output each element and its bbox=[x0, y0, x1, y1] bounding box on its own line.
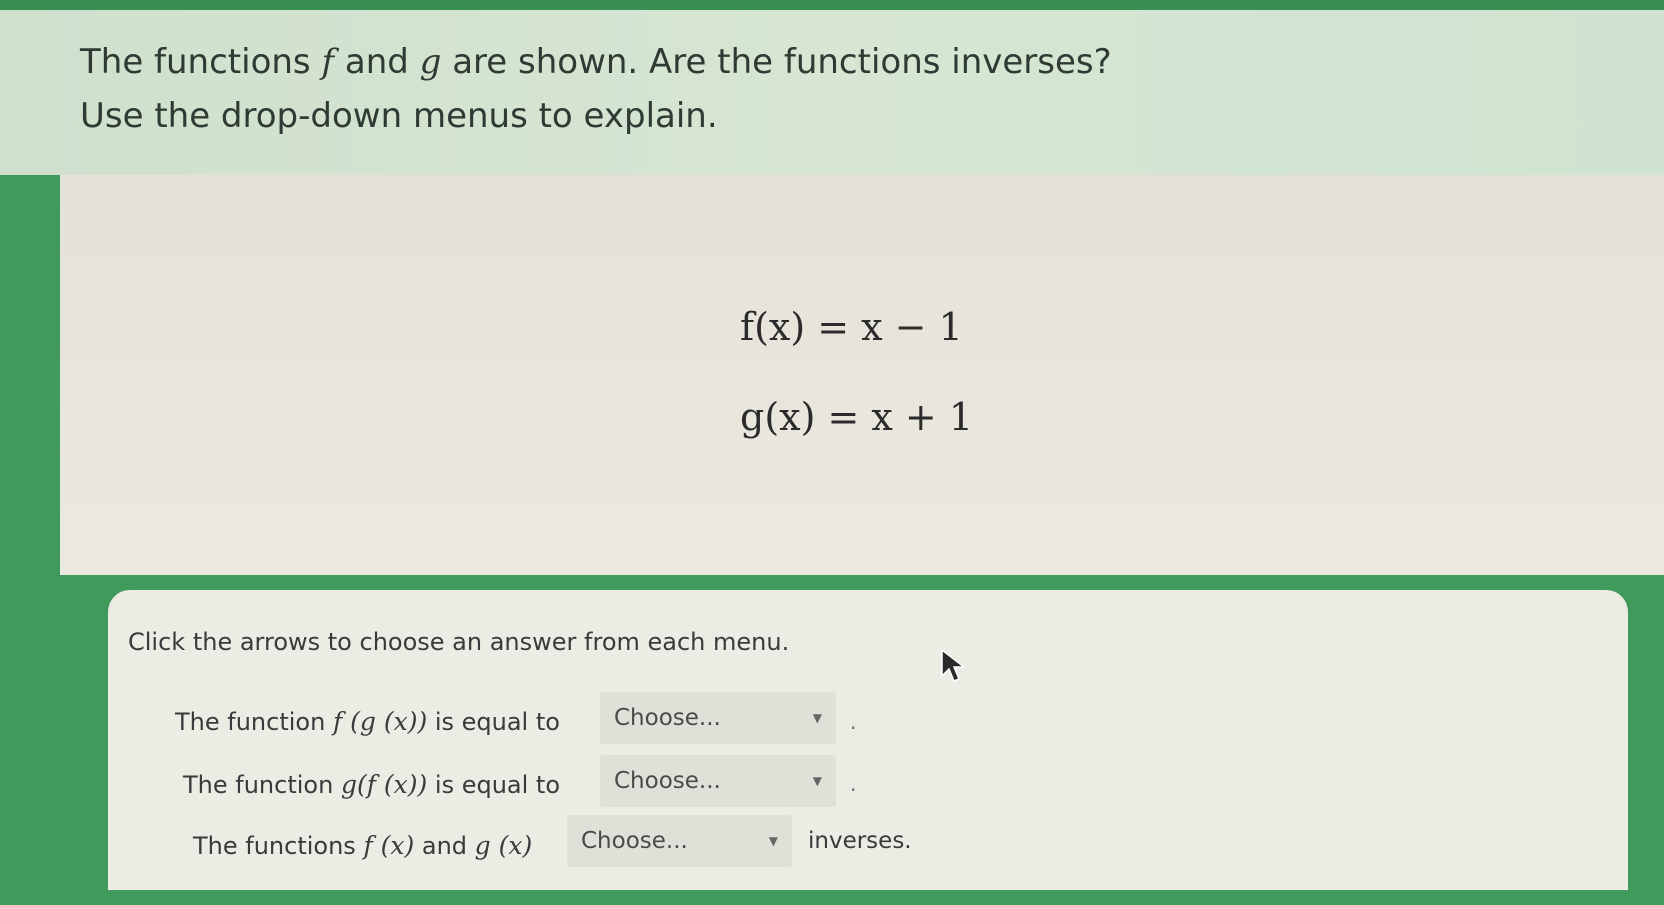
row-1-suffix: is equal to bbox=[427, 708, 560, 736]
row-2-text: The function g(f (x)) is equal to bbox=[183, 770, 560, 799]
function-f-symbol: f bbox=[321, 42, 335, 82]
gf-dropdown-value: Choose... bbox=[614, 768, 721, 794]
fg-dropdown[interactable]: Choose... ▼ bbox=[600, 692, 836, 744]
row-1-expr: f (g (x)) bbox=[332, 707, 428, 736]
row-3-expr-g: g (x) bbox=[474, 831, 533, 860]
row-3-prefix: The functions bbox=[193, 832, 364, 860]
caret-down-icon[interactable]: ▼ bbox=[769, 834, 778, 848]
question-text-middle: and bbox=[334, 42, 420, 82]
row-1-text: The function f (g (x)) is equal to bbox=[175, 707, 560, 736]
row-2-period: . bbox=[850, 772, 857, 796]
function-g-symbol: g bbox=[419, 42, 442, 82]
row-3-text: The functions f (x) and g (x) bbox=[193, 831, 532, 860]
equation-g: g(x) = x + 1 bbox=[740, 395, 974, 439]
row-2-suffix: is equal to bbox=[427, 771, 561, 799]
row-2-expr: g(f (x)) bbox=[340, 770, 428, 799]
row-1-period: . bbox=[850, 710, 857, 734]
question-line-2: Use the drop-down menus to explain. bbox=[80, 96, 718, 136]
fg-dropdown-value: Choose... bbox=[614, 705, 721, 731]
bottom-green-strip bbox=[0, 890, 1664, 905]
row-3-middle: and bbox=[414, 832, 475, 860]
row-3-end-text: inverses. bbox=[808, 828, 912, 854]
row-2-prefix: The function bbox=[183, 771, 341, 799]
row-3-expr-f: f (x) bbox=[363, 831, 415, 860]
equation-f: f(x) = x − 1 bbox=[740, 305, 963, 349]
question-text-end: are shown. Are the functions inverses? bbox=[441, 42, 1112, 82]
equations-panel-inner bbox=[60, 175, 1664, 580]
inverses-dropdown[interactable]: Choose... ▼ bbox=[567, 815, 792, 867]
instruction-text: Click the arrows to choose an answer fro… bbox=[128, 628, 790, 656]
caret-down-icon[interactable]: ▼ bbox=[813, 711, 822, 725]
question-text-start: The functions bbox=[80, 42, 322, 82]
row-1-prefix: The function bbox=[175, 708, 333, 736]
caret-down-icon[interactable]: ▼ bbox=[813, 774, 822, 788]
inverses-dropdown-value: Choose... bbox=[581, 828, 688, 854]
question-header bbox=[0, 0, 1664, 175]
mouse-pointer-icon bbox=[941, 648, 967, 682]
gf-dropdown[interactable]: Choose... ▼ bbox=[600, 755, 836, 807]
question-line-1: The functions f and g are shown. Are the… bbox=[80, 42, 1112, 82]
left-green-strip bbox=[0, 175, 60, 905]
